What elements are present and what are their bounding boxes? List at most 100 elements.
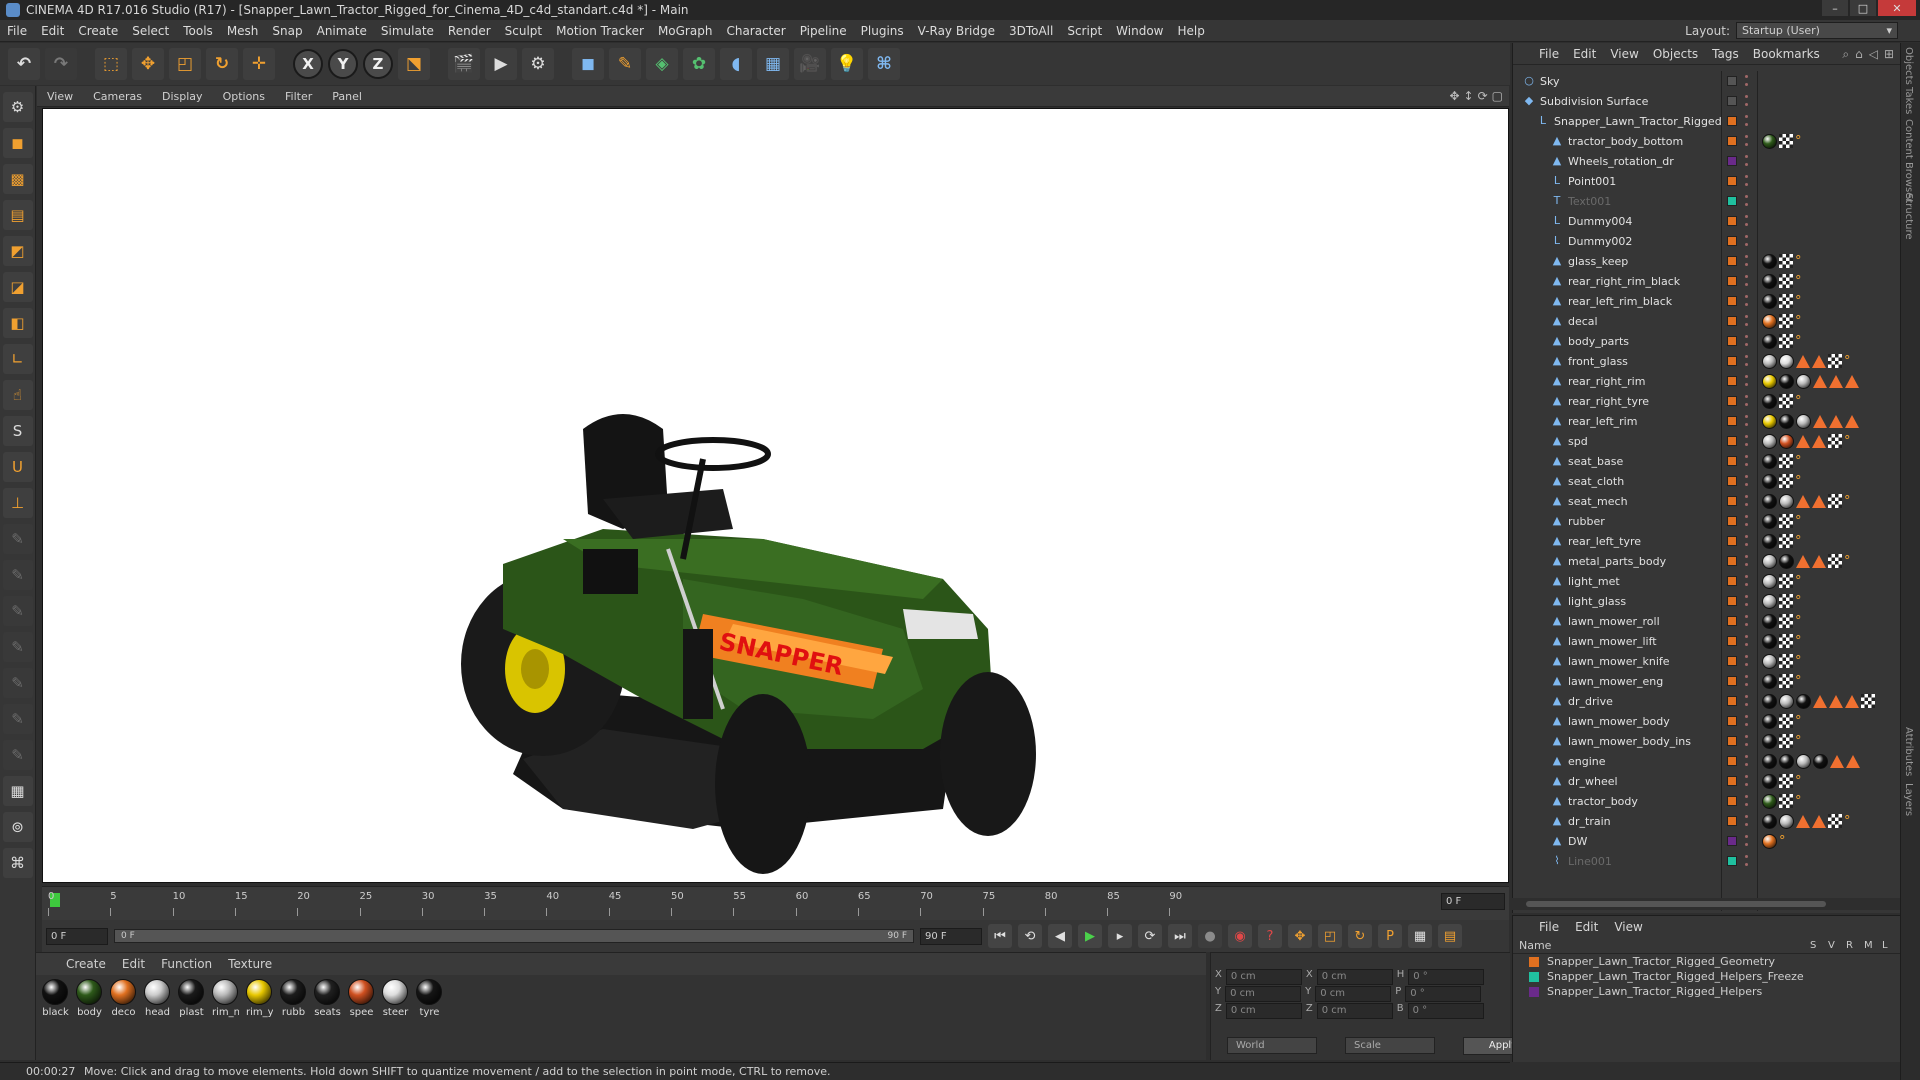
menu-item-select[interactable]: Select (125, 24, 176, 38)
phong-tag-icon[interactable]: ° (1795, 314, 1802, 329)
visibility-render-dot[interactable] (1745, 143, 1748, 146)
object-menu-objects[interactable]: Objects (1653, 47, 1698, 61)
uvw-tag-icon[interactable] (1828, 494, 1842, 508)
visibility-render-dot[interactable] (1745, 483, 1748, 486)
object-menu-view[interactable]: View (1610, 47, 1638, 61)
visibility-editor-dot[interactable] (1745, 755, 1748, 758)
spline-pen-icon[interactable]: ✎ (609, 48, 641, 80)
uvw-tag-icon[interactable] (1779, 634, 1793, 648)
menu-item-edit[interactable]: Edit (34, 24, 71, 38)
visibility-editor-dot[interactable] (1745, 655, 1748, 658)
visibility-render-dot[interactable] (1745, 223, 1748, 226)
layer-name[interactable]: Snapper_Lawn_Tractor_Rigged_Helpers_Free… (1547, 970, 1804, 983)
uvw-tag-icon[interactable] (1779, 394, 1793, 408)
visibility-editor-dot[interactable] (1745, 415, 1748, 418)
material-tag-icon[interactable] (1779, 753, 1794, 769)
visibility-editor-dot[interactable] (1745, 495, 1748, 498)
visibility-editor-dot[interactable] (1745, 215, 1748, 218)
uvw-tag-icon[interactable] (1861, 694, 1875, 708)
render-view-icon[interactable]: 🎬 (448, 48, 480, 80)
material-swatch[interactable]: body (76, 979, 103, 1018)
object-name[interactable]: tractor_body (1568, 795, 1638, 808)
visibility-editor-dot[interactable] (1745, 515, 1748, 518)
visibility-render-dot[interactable] (1745, 563, 1748, 566)
material-tag-icon[interactable] (1779, 353, 1794, 369)
visibility-editor-dot[interactable] (1745, 835, 1748, 838)
object-name[interactable]: rear_left_tyre (1568, 535, 1641, 548)
scale-dropdown[interactable]: Scale (1345, 1037, 1435, 1054)
viewport-menu-view[interactable]: View (47, 90, 73, 103)
object-menu-tags[interactable]: Tags (1712, 47, 1739, 61)
selection-tag-icon[interactable] (1813, 374, 1827, 388)
visibility-editor-dot[interactable] (1745, 675, 1748, 678)
object-row[interactable]: ○ Sky (1513, 71, 1901, 91)
object-row[interactable]: ▲ rear_left_rim_black ° (1513, 291, 1901, 311)
phong-tag-icon[interactable]: ° (1779, 834, 1786, 849)
phong-tag-icon[interactable]: ° (1795, 714, 1802, 729)
object-row[interactable]: ▲ body_parts ° (1513, 331, 1901, 351)
object-row[interactable]: ▲ seat_cloth ° (1513, 471, 1901, 491)
material-tag-icon[interactable] (1762, 573, 1777, 589)
menu-item-motion-tracker[interactable]: Motion Tracker (549, 24, 651, 38)
object-name[interactable]: lawn_mower_roll (1568, 615, 1660, 628)
visibility-render-dot[interactable] (1745, 283, 1748, 286)
visibility-editor-dot[interactable] (1745, 295, 1748, 298)
visibility-render-dot[interactable] (1745, 163, 1748, 166)
visibility-editor-dot[interactable] (1745, 275, 1748, 278)
visibility-render-dot[interactable] (1745, 823, 1748, 826)
frame-range-slider[interactable]: 0 F 90 F (114, 929, 914, 943)
object-name[interactable]: lawn_mower_body (1568, 715, 1670, 728)
phong-tag-icon[interactable]: ° (1844, 434, 1851, 449)
uvw-tag-icon[interactable] (1828, 434, 1842, 448)
visibility-render-dot[interactable] (1745, 203, 1748, 206)
object-row[interactable]: ▲ rear_right_rim_black ° (1513, 271, 1901, 291)
new-view-icon[interactable]: ⊞ (1884, 47, 1894, 62)
object-row[interactable]: ▲ metal_parts_body ° (1513, 551, 1901, 571)
material-tag-icon[interactable] (1762, 253, 1777, 269)
sculpt-smooth-icon[interactable]: ✎ (2, 560, 33, 590)
uvw-tag-icon[interactable] (1779, 774, 1793, 788)
visibility-editor-dot[interactable] (1745, 635, 1748, 638)
position-key-icon[interactable]: ✥ (1288, 924, 1312, 948)
object-name[interactable]: body_parts (1568, 335, 1629, 348)
material-tag-icon[interactable] (1762, 393, 1777, 409)
visibility-editor-dot[interactable] (1745, 115, 1748, 118)
back-icon[interactable]: ◁ (1869, 47, 1878, 62)
visibility-render-dot[interactable] (1745, 803, 1748, 806)
dolly-icon[interactable]: ↕ (1464, 89, 1474, 103)
visibility-editor-dot[interactable] (1745, 75, 1748, 78)
visibility-editor-dot[interactable] (1745, 315, 1748, 318)
selection-tag-icon[interactable] (1796, 434, 1810, 448)
python-console-icon[interactable]: ⌘ (2, 848, 33, 878)
object-name[interactable]: glass_keep (1568, 255, 1628, 268)
object-menu-edit[interactable]: Edit (1573, 47, 1596, 61)
object-name[interactable]: tractor_body_bottom (1568, 135, 1683, 148)
phong-tag-icon[interactable]: ° (1795, 274, 1802, 289)
sculpt-pinch-icon[interactable]: ✎ (2, 740, 33, 770)
next-key-icon[interactable]: ⟳ (1138, 924, 1162, 948)
cube-icon[interactable]: ◼ (572, 48, 604, 80)
material-tag-icon[interactable] (1762, 673, 1777, 689)
object-manager-hscrollbar[interactable] (1512, 898, 1900, 910)
menu-item-render[interactable]: Render (441, 24, 498, 38)
object-row[interactable]: ▲ lawn_mower_body_ins ° (1513, 731, 1901, 751)
sculpt-grab-icon[interactable]: ✎ (2, 668, 33, 698)
phong-tag-icon[interactable]: ° (1795, 794, 1802, 809)
material-tag-icon[interactable] (1762, 133, 1777, 149)
coord-value-field[interactable]: 0 cm (1316, 1003, 1393, 1019)
menu-item-pipeline[interactable]: Pipeline (793, 24, 854, 38)
menu-item-tools[interactable]: Tools (176, 24, 220, 38)
object-name[interactable]: Dummy004 (1568, 215, 1632, 228)
material-swatch[interactable]: rim_y (246, 979, 273, 1018)
layer-row[interactable]: Snapper_Lawn_Tractor_Rigged_Helpers_Free… (1513, 969, 1900, 984)
layer-name[interactable]: Snapper_Lawn_Tractor_Rigged_Geometry (1547, 955, 1775, 968)
sculpt-inflate-icon[interactable]: ✎ (2, 632, 33, 662)
deformer-icon[interactable]: ◖ (720, 48, 752, 80)
magnet-icon[interactable]: U (2, 452, 33, 482)
orbit-icon[interactable]: ⟳ (1478, 89, 1488, 103)
visibility-editor-dot[interactable] (1745, 535, 1748, 538)
selection-tag-icon[interactable] (1829, 694, 1843, 708)
object-row[interactable]: ▲ Wheels_rotation_dr (1513, 151, 1901, 171)
material-swatch[interactable]: steer (382, 979, 409, 1018)
object-row[interactable]: ▲ spd ° (1513, 431, 1901, 451)
